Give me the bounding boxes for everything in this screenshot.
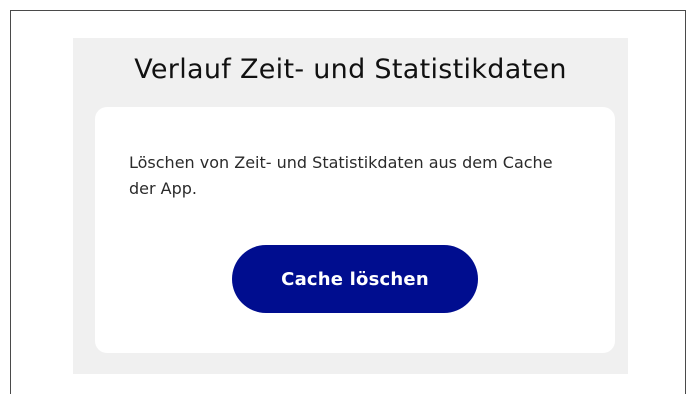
section-title: Verlauf Zeit- und Statistikdaten: [134, 54, 567, 85]
cache-description: Löschen von Zeit- und Statistikdaten aus…: [129, 153, 553, 198]
history-section: Verlauf Zeit- und Statistikdaten Löschen…: [73, 38, 628, 374]
clear-cache-button[interactable]: Cache löschen: [232, 245, 478, 313]
cache-card: Löschen von Zeit- und Statistikdaten aus…: [95, 107, 615, 353]
